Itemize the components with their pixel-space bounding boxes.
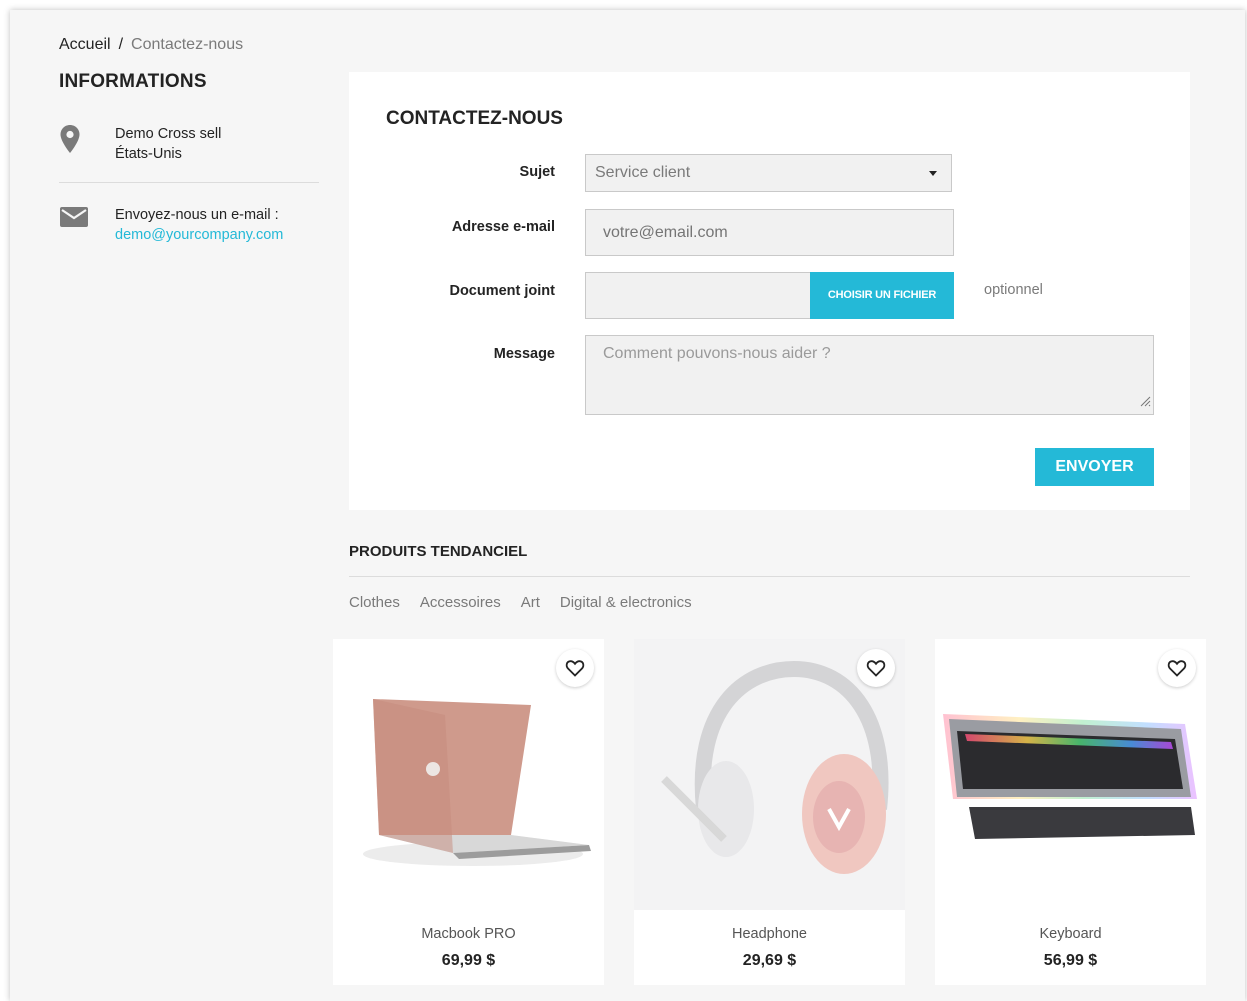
- tab-art[interactable]: Art: [521, 594, 540, 611]
- product-price: 29,69 $: [742, 952, 797, 969]
- page-frame: Accueil / Contactez-nous INFORMATIONS Demo…: [10, 10, 1245, 1001]
- store-country: États-Unis: [115, 146, 182, 162]
- breadcrumb: Accueil / Contactez-nous: [59, 36, 243, 54]
- resize-grip-icon[interactable]: [1139, 394, 1151, 412]
- heart-icon: [565, 660, 585, 677]
- product-price: 69,99 $: [441, 952, 496, 969]
- trending-tabs: Clothes Accessoires Art Digital & electroni…: [349, 594, 712, 611]
- email-field[interactable]: [585, 209, 954, 256]
- product-name[interactable]: Headphone: [634, 926, 905, 942]
- product-image-headphone[interactable]: [634, 639, 905, 910]
- message-textarea[interactable]: Comment pouvons-nous aider ?: [585, 335, 1154, 415]
- breadcrumb-current: Contactez-nous: [131, 36, 244, 53]
- product-price: 56,99 $: [1043, 952, 1098, 969]
- store-name: Demo Cross sell: [115, 126, 222, 142]
- trending-divider: [349, 576, 1190, 577]
- wishlist-button[interactable]: [556, 649, 594, 687]
- store-email: Envoyez-nous un e-mail : demo@yourcompan…: [59, 205, 319, 247]
- product-image-macbook[interactable]: [333, 639, 604, 910]
- wishlist-button[interactable]: [857, 649, 895, 687]
- caret-down-icon: [929, 171, 937, 176]
- contact-title: CONTACTEZ-NOUS: [386, 108, 563, 129]
- send-button[interactable]: ENVOYER: [1035, 448, 1154, 486]
- subject-select-value: Service client: [595, 164, 691, 181]
- product-image-keyboard[interactable]: [935, 639, 1206, 910]
- wishlist-button[interactable]: [1158, 649, 1196, 687]
- product-card[interactable]: Keyboard 56,99 $: [935, 639, 1206, 985]
- attachment-optional-note: optionnel: [984, 282, 1043, 298]
- heart-icon: [866, 660, 886, 677]
- product-card[interactable]: Macbook PRO 69,99 $: [333, 639, 604, 985]
- email-field-label: Adresse e-mail: [451, 219, 555, 235]
- subject-label: Sujet: [519, 164, 555, 180]
- email-label: Envoyez-nous un e-mail :: [115, 207, 279, 223]
- store-address: Demo Cross sell États-Unis: [59, 124, 319, 166]
- product-name[interactable]: Macbook PRO: [333, 926, 604, 942]
- breadcrumb-home-link[interactable]: Accueil: [59, 36, 111, 53]
- heart-icon: [1167, 660, 1187, 677]
- info-title: INFORMATIONS: [59, 71, 207, 92]
- tab-accessoires[interactable]: Accessoires: [420, 594, 501, 611]
- envelope-icon: [59, 205, 89, 233]
- subject-select[interactable]: Service client: [585, 154, 952, 192]
- breadcrumb-separator: /: [118, 36, 124, 53]
- email-link[interactable]: demo@yourcompany.com: [115, 227, 283, 243]
- tab-digital-electronics[interactable]: Digital & electronics: [560, 594, 692, 611]
- message-label: Message: [493, 346, 555, 362]
- attachment-label: Document joint: [449, 283, 555, 299]
- contact-form-card: CONTACTEZ-NOUS Sujet Service client Adre…: [349, 72, 1190, 510]
- info-divider: [59, 182, 319, 183]
- attachment-file-input[interactable]: [585, 272, 812, 319]
- message-placeholder: Comment pouvons-nous aider ?: [603, 345, 831, 362]
- product-card[interactable]: Headphone 29,69 $: [634, 639, 905, 985]
- trending-title: PRODUITS TENDANCIEL: [349, 543, 528, 560]
- tab-clothes[interactable]: Clothes: [349, 594, 400, 611]
- map-marker-icon: [59, 124, 81, 158]
- choose-file-button[interactable]: CHOISIR UN FICHIER: [810, 272, 954, 319]
- product-name[interactable]: Keyboard: [935, 926, 1206, 942]
